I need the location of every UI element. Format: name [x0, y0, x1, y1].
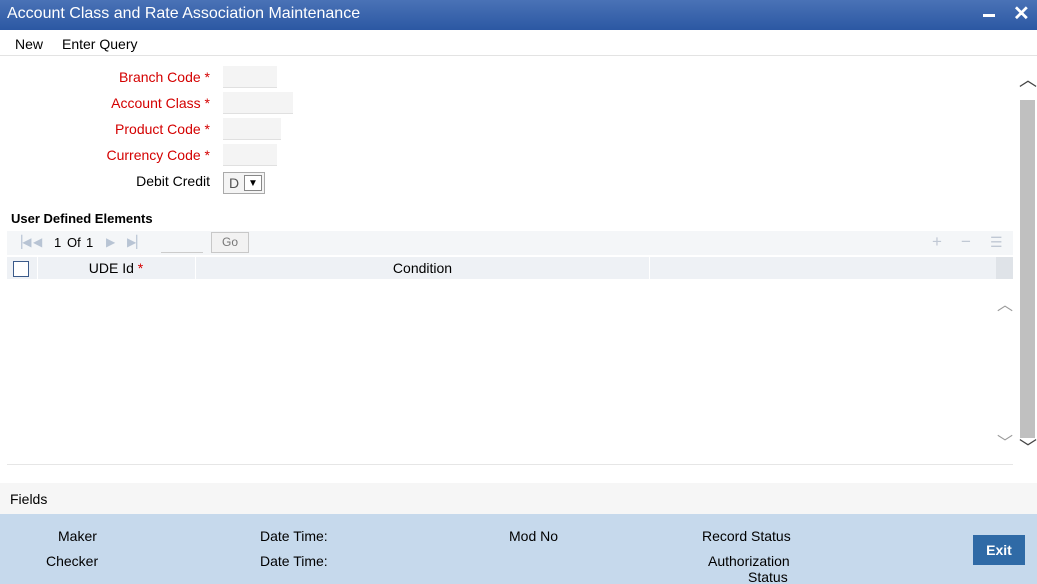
next-page-icon[interactable]: ▶: [106, 235, 115, 249]
chevron-down-icon[interactable]: ▼: [244, 175, 262, 191]
last-page-icon[interactable]: ▶▏: [127, 235, 145, 249]
currency-code-label: Currency Code *: [106, 147, 211, 163]
grid-toolbar: ▕◀ ◀ 1 Of 1 ▶ ▶▏ Go + − ☰: [7, 231, 1013, 255]
audit-footer: Maker Checker Date Time: Date Time: Mod …: [0, 514, 1037, 584]
column-header-empty: [649, 257, 996, 279]
grid-scroll-cap: [996, 257, 1013, 279]
branch-code-label: Branch Code *: [118, 69, 210, 85]
delete-row-icon[interactable]: −: [961, 232, 971, 252]
new-menu-item[interactable]: New: [15, 36, 43, 52]
maker-label: Maker: [58, 528, 97, 544]
column-header-ude-id[interactable]: UDE Id *: [37, 257, 194, 279]
title-bar: Account Class and Rate Association Maint…: [0, 0, 1037, 30]
scroll-up-icon[interactable]: ︿: [1019, 66, 1037, 96]
currency-code-field[interactable]: [223, 144, 277, 166]
product-code-label: Product Code *: [115, 121, 210, 137]
checker-label: Checker: [46, 553, 99, 569]
authorization-status-label: Status: [748, 569, 788, 584]
list-view-icon[interactable]: ☰: [990, 234, 1003, 251]
scroll-thumb[interactable]: [1020, 100, 1035, 438]
page-of-label: Of: [67, 235, 81, 250]
grid-header: UDE Id * Condition: [7, 257, 996, 279]
record-status-label: Record Status: [702, 528, 791, 544]
exit-button[interactable]: Exit: [973, 535, 1025, 565]
account-class-label: Account Class *: [111, 95, 210, 111]
product-code-field[interactable]: [223, 118, 281, 140]
debit-credit-value: D: [229, 175, 240, 191]
fields-bar: Fields: [0, 483, 1037, 514]
scroll-down-icon[interactable]: ﹀: [1019, 434, 1037, 464]
menu-bar: New Enter Query: [0, 30, 1037, 56]
select-all-checkbox[interactable]: [13, 261, 29, 277]
section-title-user-defined-elements: User Defined Elements: [11, 211, 153, 226]
debit-credit-select[interactable]: D ▼: [223, 172, 265, 194]
main-vertical-scrollbar[interactable]: ︿ ﹀: [1019, 62, 1037, 470]
close-icon[interactable]: ✕: [1013, 3, 1030, 25]
enter-query-menu-item[interactable]: Enter Query: [62, 36, 137, 52]
checker-date-time-label: Date Time:: [260, 553, 328, 569]
branch-code-field[interactable]: [223, 66, 277, 88]
account-class-field[interactable]: [223, 92, 293, 114]
grid-scroll-up-icon[interactable]: ︿: [997, 291, 1013, 315]
first-page-icon[interactable]: ▕◀: [13, 235, 31, 249]
maker-date-time-label: Date Time:: [260, 528, 328, 544]
grid-body: ︿ ﹀: [7, 279, 1013, 465]
fields-link[interactable]: Fields: [10, 491, 47, 507]
page-number-input[interactable]: [161, 234, 203, 253]
previous-page-icon[interactable]: ◀: [33, 235, 42, 249]
grid-scroll-down-icon[interactable]: ﹀: [997, 429, 1013, 453]
add-row-icon[interactable]: +: [932, 232, 942, 252]
page-total: 1: [86, 235, 94, 250]
mod-no-label: Mod No: [509, 528, 559, 544]
go-button[interactable]: Go: [211, 232, 249, 253]
minimize-icon[interactable]: [983, 14, 995, 17]
debit-credit-label: Debit Credit: [136, 173, 210, 189]
column-header-condition[interactable]: Condition: [195, 257, 649, 279]
page-current: 1: [54, 235, 62, 250]
window-title: Account Class and Rate Association Maint…: [7, 5, 361, 22]
authorization-label: Authorization: [708, 553, 790, 569]
